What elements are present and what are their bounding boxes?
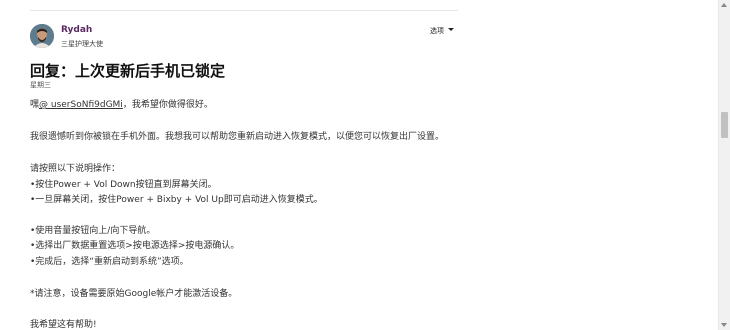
page: Rydah 三星护理大使 选项 回复：上次更新后手机已锁定 星期三 嘿@ use… (0, 0, 730, 330)
greeting-prefix: 嘿 (30, 100, 40, 110)
divider (30, 10, 458, 11)
options-menu-button[interactable]: 选项 (430, 26, 454, 36)
instruction-step: •使用音量按钮向上/向下导航。 (30, 226, 156, 236)
instruction-step: •完成后，选择“重新启动到系统”选项。 (30, 257, 189, 267)
scroll-down-arrow-icon[interactable] (721, 323, 727, 327)
author-rank: 三星护理大使 (61, 40, 103, 48)
note-line: *请注意，设备需要原始Google帐户才能激活设备。 (30, 289, 238, 299)
options-label: 选项 (430, 27, 444, 35)
vertical-scrollbar[interactable] (718, 0, 730, 330)
avatar[interactable] (30, 24, 54, 48)
chevron-down-icon (448, 28, 454, 31)
user-avatar-icon (30, 24, 54, 48)
instruction-step: •选择出厂数据重置选项>按电源选择>按电源确认。 (30, 241, 240, 251)
body-line: 我很遗憾听到你被锁在手机外面。我想我可以帮助您重新启动进入恢复模式，以便您可以恢… (30, 132, 445, 142)
post-title: 回复：上次更新后手机已锁定 (30, 62, 226, 80)
author-row: Rydah 三星护理大使 选项 (30, 24, 458, 52)
user-mention-link[interactable]: @ userSoNfi9dGMi (39, 100, 123, 110)
greeting-suffix: ，我希望你做得很好。 (122, 100, 213, 110)
body-line: 请按照以下说明操作： (30, 164, 121, 174)
post-date: 星期三 (30, 81, 51, 89)
instruction-step: •按住Power + Vol Down按钮直到屏幕关闭。 (30, 180, 217, 190)
closing-line: 我希望这有帮助! (30, 320, 97, 330)
scrollbar-thumb[interactable] (721, 112, 728, 138)
greeting-line: 嘿@ userSoNfi9dGMi，我希望你做得很好。 (30, 97, 213, 110)
instruction-step: •一旦屏幕关闭，按住Power + Bixby + Vol Up即可启动进入恢复… (30, 195, 323, 205)
scroll-up-arrow-icon[interactable] (721, 3, 727, 7)
author-name[interactable]: Rydah (61, 25, 92, 35)
